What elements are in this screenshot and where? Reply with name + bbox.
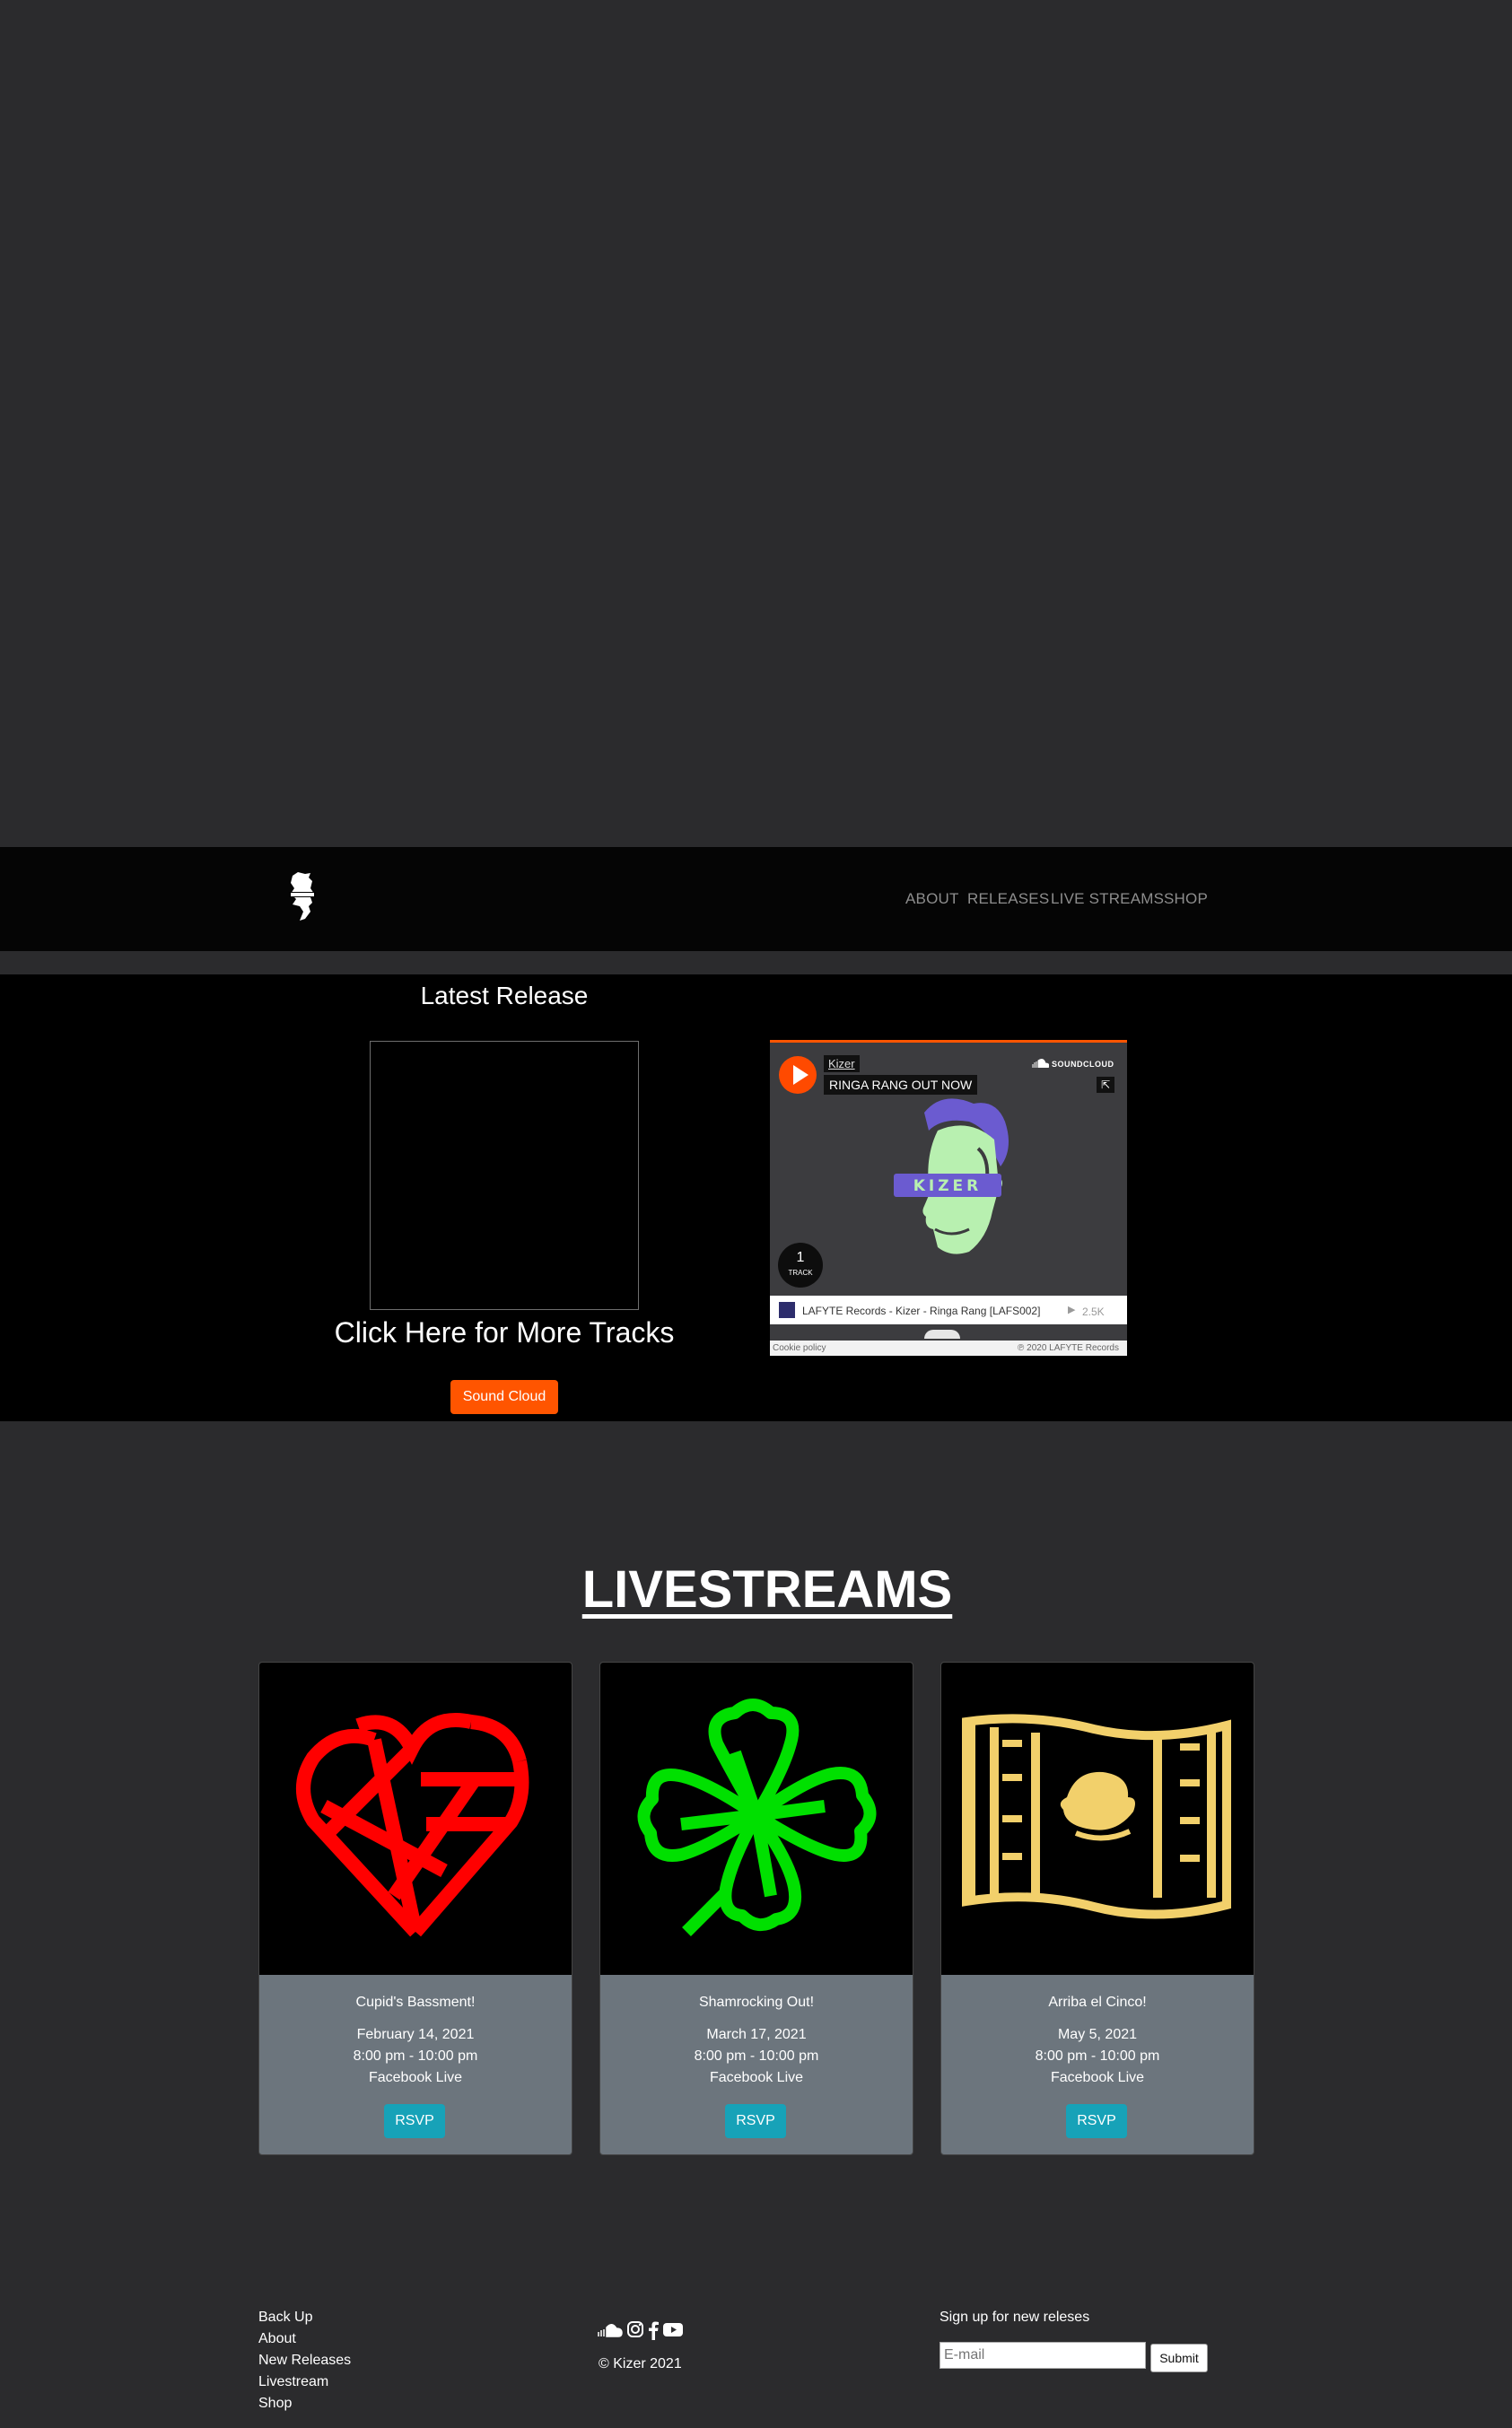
footer-link-about[interactable]: About (258, 2331, 296, 2347)
event-time: 8:00 pm - 10:00 pm (1035, 2048, 1160, 2064)
nav-releases[interactable]: RELEASES (967, 890, 1049, 908)
album-art: KIZER (894, 1098, 1009, 1254)
rsvp-button[interactable]: RSVP (1066, 2104, 1127, 2138)
track-count: 1 (796, 1250, 805, 1265)
kizer-logo[interactable] (284, 870, 321, 922)
clover-icon (637, 1699, 877, 1936)
loading-cloud-icon (924, 1330, 960, 1339)
rsvp-button[interactable]: RSVP (725, 2104, 786, 2138)
share-icon[interactable]: ⇱ (1097, 1077, 1114, 1093)
navbar (0, 847, 1512, 951)
soundcloud-icon[interactable] (598, 2320, 623, 2340)
event-venue: Facebook Live (368, 2070, 463, 2085)
sc-row-title[interactable]: LAFYTE Records - Kizer - Ringa Rang [LAF… (802, 1305, 1040, 1317)
submit-button[interactable]: Submit (1150, 2344, 1208, 2372)
soundcloud-logo-icon (1032, 1059, 1049, 1068)
event-date: May 5, 2021 (1057, 2027, 1138, 2042)
signup-label: Sign up for new releses (940, 2310, 1090, 2325)
art-label: KIZER (913, 1177, 983, 1195)
footer-link-back-up[interactable]: Back Up (258, 2310, 312, 2326)
cookie-policy-link[interactable]: Cookie policy (773, 1343, 826, 1353)
sc-play-count: 2.5K (1082, 1306, 1105, 1318)
event-title: Cupid's Bassment! (355, 1995, 476, 2010)
event-venue: Facebook Live (709, 2070, 804, 2085)
instagram-icon[interactable] (626, 2320, 644, 2338)
soundcloud-button[interactable]: Sound Cloud (450, 1380, 558, 1414)
more-tracks-link[interactable]: Click Here for More Tracks (287, 1316, 721, 1349)
play-icon (793, 1065, 808, 1085)
event-time: 8:00 pm - 10:00 pm (694, 2048, 819, 2064)
livestreams-title: LIVESTREAMS (581, 1560, 953, 1619)
nav-live-streams[interactable]: LIVE STREAMS (1051, 890, 1164, 908)
track-thumbnail (779, 1302, 795, 1318)
event-image (600, 1663, 913, 1975)
sc-brand: SOUNDCLOUD (1052, 1060, 1114, 1069)
sc-track-title[interactable]: RINGA RANG OUT NOW (824, 1075, 978, 1095)
footer-link-new-releases[interactable]: New Releases (258, 2353, 351, 2369)
event-card: Arriba el Cinco! May 5, 2021 8:00 pm - 1… (940, 1662, 1254, 2155)
footer-link-livestream[interactable]: Livestream (258, 2374, 328, 2390)
rsvp-button[interactable]: RSVP (384, 2104, 445, 2138)
plays-icon: ▶ (1068, 1305, 1076, 1315)
event-title: Arriba el Cinco! (1048, 1995, 1147, 2010)
heart-icon (296, 1713, 529, 1937)
event-image (259, 1663, 572, 1975)
event-time: 8:00 pm - 10:00 pm (353, 2048, 478, 2064)
track-count-label: TRACK (788, 1269, 813, 1277)
mexican-flag-icon (962, 1714, 1231, 1919)
release-frame[interactable] (370, 1041, 639, 1310)
event-venue: Facebook Live (1050, 2070, 1145, 2085)
nav-about[interactable]: ABOUT (905, 890, 959, 908)
facebook-icon[interactable] (648, 2320, 659, 2340)
logo-head-icon (289, 872, 316, 921)
event-card: Shamrocking Out! March 17, 2021 8:00 pm … (599, 1662, 913, 2155)
footer-link-shop[interactable]: Shop (258, 2396, 292, 2412)
sc-artist-link[interactable]: Kizer (824, 1055, 860, 1072)
event-image (941, 1663, 1254, 1975)
release-title: Latest Release (420, 982, 589, 1009)
event-title: Shamrocking Out! (698, 1995, 815, 2010)
youtube-icon[interactable] (662, 2320, 684, 2338)
latest-release-section (0, 974, 1512, 1421)
sc-copyright: ℗ 2020 LAFYTE Records (1018, 1343, 1119, 1353)
event-date: March 17, 2021 (706, 2027, 807, 2042)
event-card: Cupid's Bassment! February 14, 2021 8:00… (258, 1662, 572, 2155)
event-date: February 14, 2021 (356, 2027, 475, 2042)
email-field[interactable] (940, 2342, 1146, 2369)
footer-copyright: © Kizer 2021 (599, 2356, 682, 2371)
nav-shop[interactable]: SHOP (1164, 890, 1208, 908)
